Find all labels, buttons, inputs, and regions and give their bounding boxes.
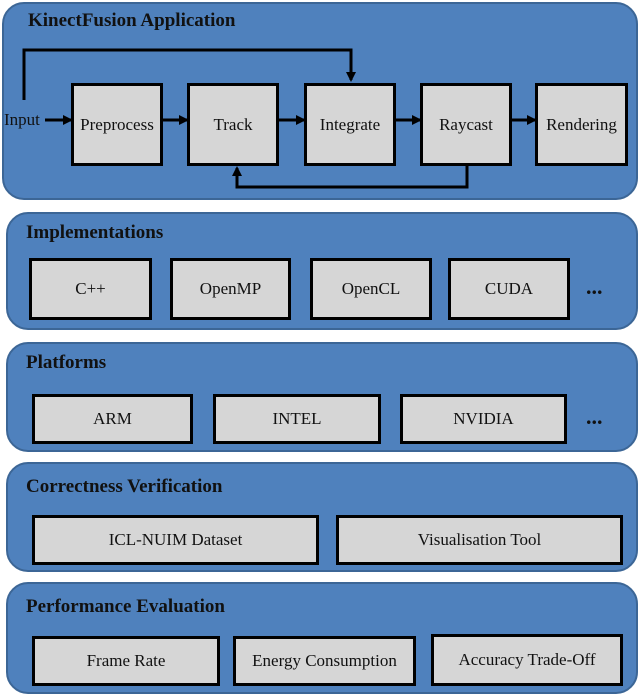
- implementation-openmp: OpenMP: [170, 258, 291, 320]
- correctness-verification-panel: Correctness Verification ICL-NUIM Datase…: [6, 462, 638, 572]
- performance-evaluation-panel: Performance Evaluation Frame Rate Energy…: [6, 582, 638, 694]
- stage-raycast: Raycast: [420, 83, 512, 166]
- stage-preprocess: Preprocess: [71, 83, 163, 166]
- panel-title: Performance Evaluation: [26, 596, 225, 617]
- correctness-icl-nuim-dataset: ICL-NUIM Dataset: [32, 515, 319, 565]
- panel-title: Implementations: [26, 222, 164, 243]
- platforms-panel: Platforms ARM INTEL NVIDIA ...: [6, 342, 638, 452]
- more-platforms-ellipsis: ...: [586, 404, 603, 429]
- performance-accuracy-trade-off: Accuracy Trade-Off: [431, 634, 623, 686]
- panel-title: Correctness Verification: [26, 476, 223, 497]
- implementation-cuda: CUDA: [448, 258, 570, 320]
- stage-integrate: Integrate: [304, 83, 396, 166]
- performance-frame-rate: Frame Rate: [32, 636, 220, 686]
- correctness-visualisation-tool: Visualisation Tool: [336, 515, 623, 565]
- platform-arm: ARM: [32, 394, 193, 444]
- stage-rendering: Rendering: [535, 83, 628, 166]
- panel-title: Platforms: [26, 352, 107, 373]
- arrow-raycast-track: [232, 165, 469, 189]
- stage-track: Track: [187, 83, 279, 166]
- implementations-panel: Implementations C++ OpenMP OpenCL CUDA .…: [6, 212, 638, 330]
- implementation-opencl: OpenCL: [310, 258, 432, 320]
- platform-nvidia: NVIDIA: [400, 394, 567, 444]
- implementation-cpp: C++: [29, 258, 152, 320]
- platform-intel: INTEL: [213, 394, 381, 444]
- performance-energy-consumption: Energy Consumption: [233, 636, 416, 686]
- more-implementations-ellipsis: ...: [586, 274, 603, 299]
- input-label: Input: [4, 110, 40, 129]
